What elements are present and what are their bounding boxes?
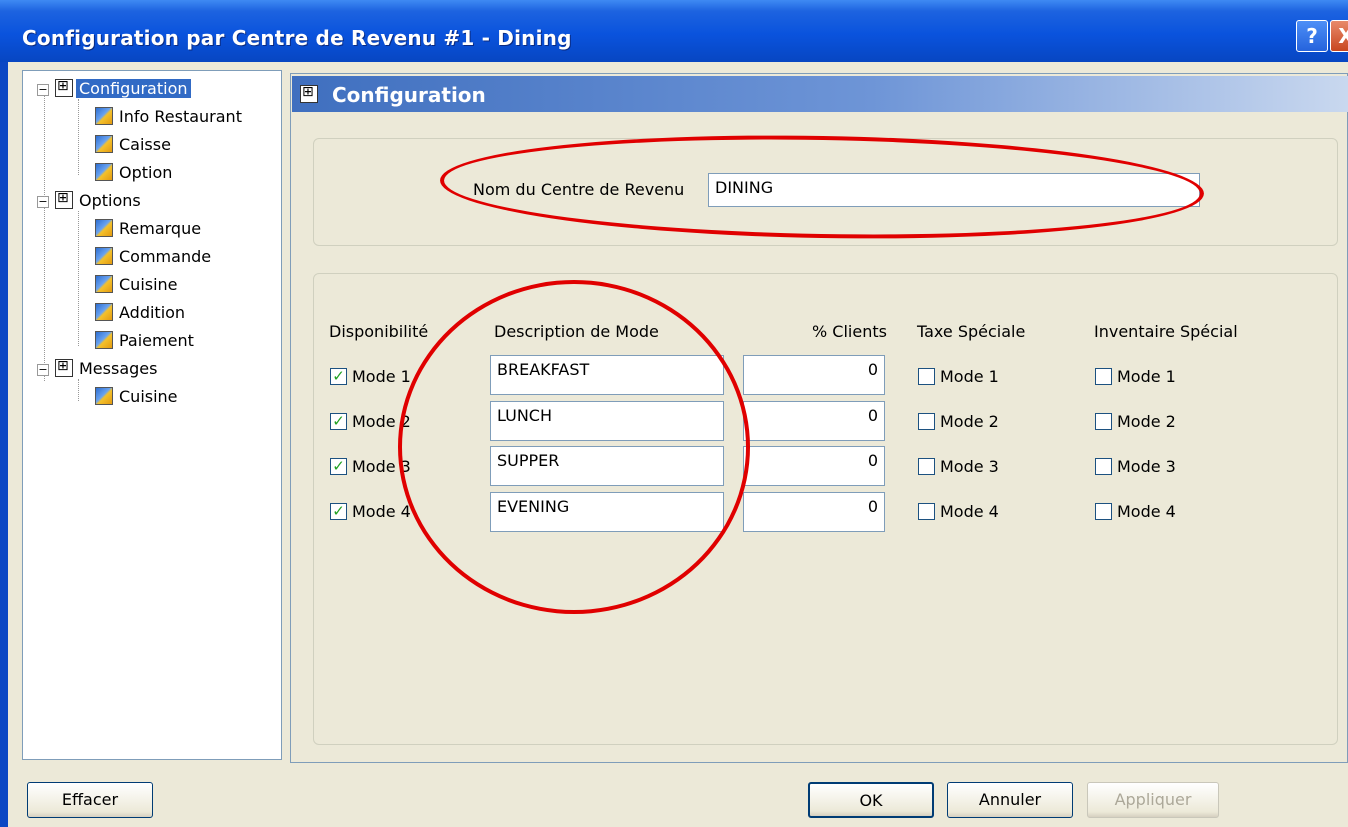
gear-icon — [95, 387, 113, 405]
tree-item-label: Messages — [79, 359, 158, 378]
special-inventory-header: Inventaire Spécial — [1094, 322, 1238, 341]
tree-line — [44, 91, 45, 381]
tree-item-info-restaurant[interactable]: Info Restaurant — [95, 107, 245, 126]
apply-button[interactable]: Appliquer — [1087, 782, 1219, 818]
mode-4-available-checkbox[interactable]: ✓ — [330, 503, 347, 520]
mode-1-inventory-label: Mode 1 — [1117, 367, 1176, 386]
tree-item-label: Cuisine — [119, 275, 178, 294]
tree-item-label: Addition — [119, 303, 186, 322]
clients-header: % Clients — [812, 322, 887, 341]
availability-header: Disponibilité — [329, 322, 429, 341]
mode-4-inventory-checkbox[interactable] — [1095, 503, 1112, 520]
tree-item-options[interactable]: − Options — [37, 190, 144, 210]
tree-item-label: Commande — [119, 247, 212, 266]
window-title: Configuration par Centre de Revenu #1 - … — [22, 26, 572, 50]
tree-item-option[interactable]: Option — [95, 163, 175, 182]
mode-4-tax-label: Mode 4 — [940, 502, 999, 521]
special-tax-header: Taxe Spéciale — [917, 322, 1026, 341]
section-title: Configuration — [332, 83, 486, 107]
collapse-icon[interactable]: − — [37, 196, 49, 208]
tree-item-configuration[interactable]: − Configuration — [37, 78, 191, 98]
window-border — [0, 62, 8, 827]
title-bar: Configuration par Centre de Revenu #1 - … — [0, 0, 1348, 62]
tree-line — [78, 379, 79, 401]
mode-3-inventory-label: Mode 3 — [1117, 457, 1176, 476]
tree-item-paiement[interactable]: Paiement — [95, 331, 197, 350]
mode-4-clients-input[interactable]: 0 — [743, 492, 885, 532]
gear-icon — [95, 247, 113, 265]
tree-item-label: Paiement — [119, 331, 194, 350]
mode-2-inventory-checkbox[interactable] — [1095, 413, 1112, 430]
help-button[interactable]: ? — [1296, 20, 1328, 52]
tree-item-label: Caisse — [119, 135, 171, 154]
tree-item-messages-cuisine[interactable]: Cuisine — [95, 387, 181, 406]
mode-2-available-checkbox[interactable]: ✓ — [330, 413, 347, 430]
gear-icon — [95, 107, 113, 125]
gear-icon — [95, 331, 113, 349]
section-header: Configuration — [292, 76, 1348, 112]
folder-icon — [55, 78, 73, 97]
mode-1-inventory-checkbox[interactable] — [1095, 368, 1112, 385]
mode-3-tax-checkbox[interactable] — [918, 458, 935, 475]
navigation-tree: − Configuration Info Restaurant Caisse Op… — [22, 70, 282, 760]
mode-3-available-checkbox[interactable]: ✓ — [330, 458, 347, 475]
tree-item-label: Info Restaurant — [119, 107, 242, 126]
tree-item-label: Option — [119, 163, 173, 182]
folder-icon — [55, 358, 73, 377]
ok-button[interactable]: OK — [808, 782, 934, 818]
folder-icon — [300, 84, 318, 103]
tree-item-label: Cuisine — [119, 387, 178, 406]
mode-3-clients-input[interactable]: 0 — [743, 446, 885, 486]
gear-icon — [95, 135, 113, 153]
gear-icon — [95, 275, 113, 293]
tree-item-cuisine[interactable]: Cuisine — [95, 275, 181, 294]
mode-4-tax-checkbox[interactable] — [918, 503, 935, 520]
collapse-icon[interactable]: − — [37, 84, 49, 96]
tree-line — [78, 211, 79, 346]
gear-icon — [95, 219, 113, 237]
collapse-icon[interactable]: − — [37, 364, 49, 376]
folder-icon — [55, 190, 73, 209]
mode-1-tax-checkbox[interactable] — [918, 368, 935, 385]
tree-item-label: Remarque — [119, 219, 202, 238]
gear-icon — [95, 163, 113, 181]
mode-3-tax-label: Mode 3 — [940, 457, 999, 476]
mode-1-available-checkbox[interactable]: ✓ — [330, 368, 347, 385]
gear-icon — [95, 303, 113, 321]
tree-item-messages[interactable]: − Messages — [37, 358, 160, 378]
mode-4-inventory-label: Mode 4 — [1117, 502, 1176, 521]
mode-2-tax-label: Mode 2 — [940, 412, 999, 431]
mode-3-inventory-checkbox[interactable] — [1095, 458, 1112, 475]
mode-2-clients-input[interactable]: 0 — [743, 401, 885, 441]
cancel-button[interactable]: Annuler — [947, 782, 1073, 818]
close-button[interactable]: X — [1330, 20, 1348, 52]
mode-1-label: Mode 1 — [352, 367, 411, 386]
mode-2-tax-checkbox[interactable] — [918, 413, 935, 430]
tree-item-remarque[interactable]: Remarque — [95, 219, 204, 238]
clear-button[interactable]: Effacer — [27, 782, 153, 818]
annotation-circle-modes — [398, 280, 750, 614]
tree-item-label: Configuration — [76, 79, 191, 98]
tree-item-label: Options — [79, 191, 141, 210]
tree-item-commande[interactable]: Commande — [95, 247, 214, 266]
tree-line — [78, 99, 79, 175]
tree-item-addition[interactable]: Addition — [95, 303, 188, 322]
mode-4-label: Mode 4 — [352, 502, 411, 521]
mode-1-clients-input[interactable]: 0 — [743, 355, 885, 395]
mode-2-inventory-label: Mode 2 — [1117, 412, 1176, 431]
tree-item-caisse[interactable]: Caisse — [95, 135, 174, 154]
mode-1-tax-label: Mode 1 — [940, 367, 999, 386]
